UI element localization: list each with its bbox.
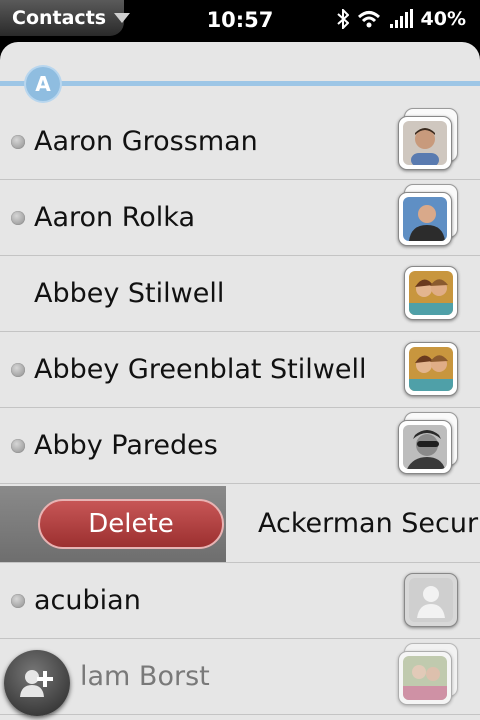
contact-name: Abbey Stilwell — [34, 278, 225, 309]
contact-row[interactable]: Abbey Stilwell — [0, 256, 480, 332]
status-icons[interactable]: 40% — [336, 8, 466, 30]
avatar-photo — [404, 266, 458, 320]
contact-row[interactable]: acubian — [0, 563, 480, 639]
contact-name: Abby Paredes — [34, 430, 218, 461]
avatar — [398, 643, 458, 707]
signal-icon — [389, 9, 413, 28]
contact-name: Aaron Rolka — [34, 202, 196, 233]
status-dot-icon — [11, 363, 25, 377]
contact-row-swiped[interactable]: Delete Ackerman Securi — [0, 486, 480, 563]
contact-row[interactable]: lam Borst — [0, 639, 480, 715]
battery-level: 40% — [420, 8, 466, 30]
avatar — [398, 266, 458, 324]
status-bar: Contacts 10:57 40% — [0, 0, 480, 40]
avatar — [398, 412, 458, 476]
person-photo-icon — [403, 197, 447, 241]
section-letter: A — [26, 67, 60, 101]
avatar — [398, 573, 458, 631]
status-dot-icon — [11, 135, 25, 149]
avatar-photo — [398, 651, 452, 705]
wifi-icon — [357, 11, 380, 28]
contact-row[interactable]: Aaron Grossman — [0, 104, 480, 180]
person-photo-icon — [403, 656, 447, 700]
contact-row[interactable]: Abbey Greenblat Stilwell — [0, 332, 480, 408]
contact-row[interactable]: Abby Paredes — [0, 408, 480, 484]
delete-panel: Delete — [0, 486, 226, 562]
person-photo-icon — [403, 121, 447, 165]
status-dot-icon — [11, 211, 25, 225]
contact-name: Abbey Greenblat Stilwell — [34, 354, 367, 385]
contact-name: Aaron Grossman — [34, 126, 258, 157]
bluetooth-icon — [336, 9, 349, 29]
person-photo-icon — [403, 425, 447, 469]
contacts-list[interactable]: A Aaron Grossman Aaron Rolka Abbey Stilw… — [0, 42, 480, 720]
add-contact-button[interactable] — [4, 650, 70, 716]
avatar-photo — [404, 342, 458, 396]
delete-button[interactable]: Delete — [38, 499, 224, 549]
person-photo-icon — [409, 271, 453, 315]
contact-row[interactable]: Aaron Rolka — [0, 180, 480, 256]
contact-name: lam Borst — [80, 661, 210, 692]
divider-line — [0, 81, 480, 86]
contact-name: acubian — [34, 585, 141, 616]
status-dot-icon — [11, 439, 25, 453]
status-dot-icon — [11, 594, 25, 608]
avatar — [398, 108, 458, 172]
contact-name: Ackerman Securi — [258, 508, 480, 539]
avatar — [398, 184, 458, 248]
avatar — [398, 342, 458, 400]
avatar-photo — [398, 116, 452, 170]
avatar-photo — [398, 192, 452, 246]
avatar-photo — [398, 420, 452, 474]
default-person-icon — [409, 578, 453, 622]
add-person-icon — [20, 670, 53, 697]
avatar-photo — [404, 573, 458, 627]
person-photo-icon — [409, 347, 453, 391]
